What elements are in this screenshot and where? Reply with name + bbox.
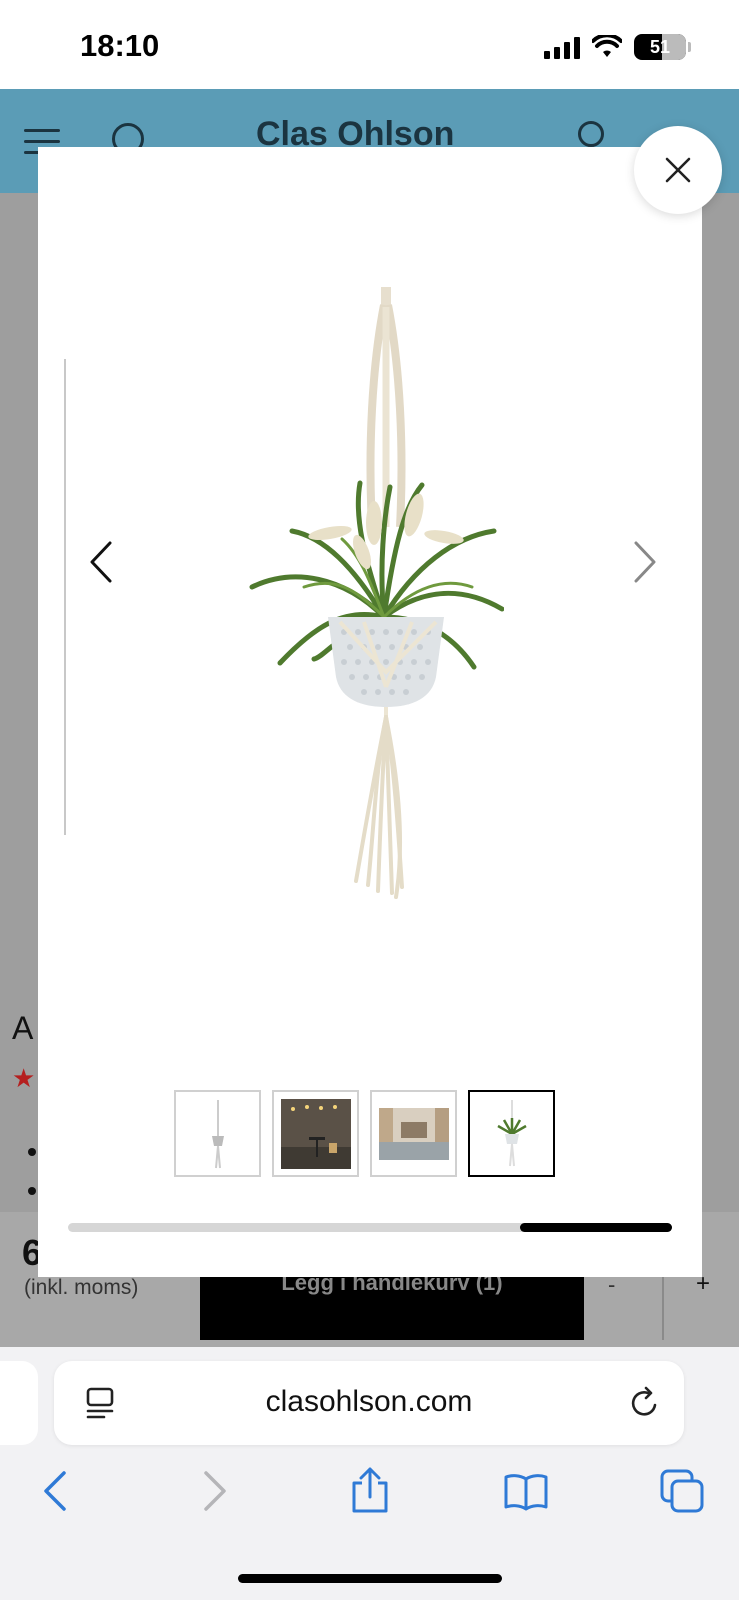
forward-icon[interactable] [190, 1467, 238, 1515]
browser-toolbar [0, 1467, 739, 1527]
previous-image-arrow-icon[interactable] [82, 537, 122, 587]
rating-star-icon: ★ [12, 1063, 36, 1093]
modal-edge-line [64, 359, 66, 835]
close-button[interactable] [634, 126, 722, 214]
home-indicator [238, 1574, 502, 1583]
wifi-icon [592, 35, 622, 57]
status-time: 18:10 [80, 28, 160, 63]
thumbnail-plant-image [496, 1099, 527, 1166]
product-title: A [12, 1010, 34, 1046]
cellular-signal-icon [544, 35, 580, 59]
battery-level: 51 [649, 36, 671, 57]
close-icon [665, 157, 691, 183]
thumbnail-hanger-image [211, 1099, 224, 1168]
thumbnail-1[interactable] [174, 1090, 261, 1177]
thumbnail-strip [174, 1090, 555, 1177]
previous-tab-stub[interactable] [0, 1361, 38, 1445]
price-vat-note: (inkl. moms) [24, 1276, 139, 1299]
feature-bullet [28, 1187, 36, 1195]
product-image [249, 287, 504, 899]
battery-icon: 51 [634, 34, 686, 60]
reload-icon[interactable] [628, 1385, 662, 1421]
address-bar[interactable]: clasohlson.com [54, 1361, 684, 1445]
next-image-arrow-icon[interactable] [624, 537, 664, 587]
url-text[interactable]: clasohlson.com [54, 1385, 684, 1419]
tabs-icon[interactable] [658, 1467, 706, 1515]
browser-bottom-bar: clasohlson.com [0, 1347, 739, 1600]
bookmarks-icon[interactable] [502, 1467, 550, 1515]
account-icon[interactable] [578, 121, 604, 147]
thumbnail-2[interactable] [272, 1090, 359, 1177]
share-icon[interactable] [346, 1467, 394, 1515]
status-icons: 51 [544, 34, 691, 60]
thumbnail-3[interactable] [370, 1090, 457, 1177]
status-bar: 18:10 51 [0, 0, 739, 89]
image-gallery-modal [38, 147, 702, 1277]
thumbnail-room-image [378, 1107, 449, 1160]
back-icon[interactable] [32, 1467, 80, 1515]
gallery-scrollbar-thumb[interactable] [520, 1223, 672, 1232]
thumbnail-patio-image [280, 1098, 351, 1169]
feature-bullet [28, 1148, 36, 1156]
thumbnail-4-active[interactable] [468, 1090, 555, 1177]
gallery-scrollbar[interactable] [68, 1223, 672, 1232]
